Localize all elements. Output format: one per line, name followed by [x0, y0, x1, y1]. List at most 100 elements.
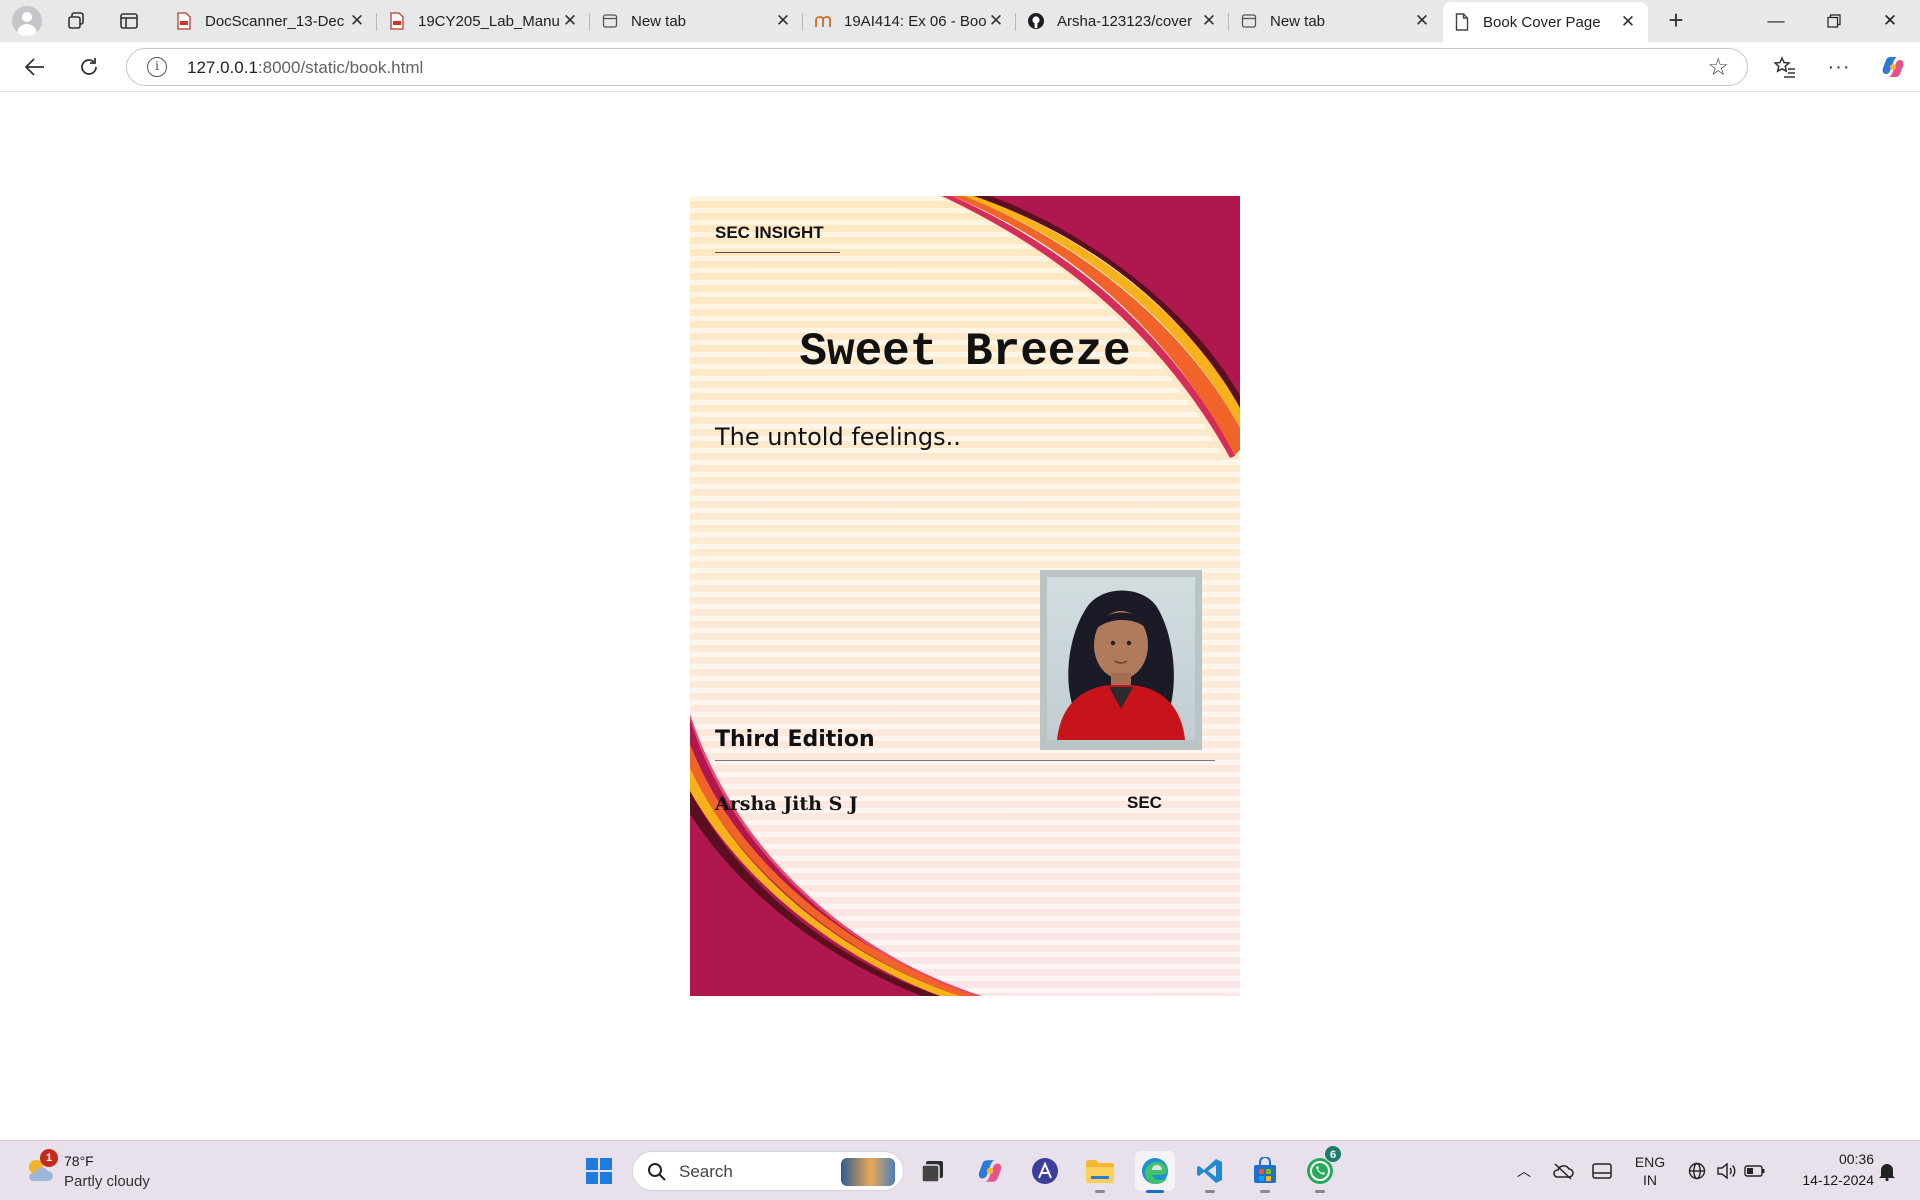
weather-alert-badge: 1 — [40, 1149, 58, 1167]
store-icon — [1254, 1157, 1276, 1183]
series-label: SEC INSIGHT — [715, 223, 824, 242]
copilot-button[interactable] — [1876, 51, 1910, 83]
tab-separator — [802, 13, 803, 31]
url-text[interactable]: 127.0.0.1:8000/static/book.html — [187, 58, 423, 78]
active-indicator — [1146, 1190, 1164, 1193]
copilot-icon — [978, 1160, 1002, 1182]
clock[interactable]: 00:36 14-12-2024 — [1780, 1149, 1874, 1191]
close-icon[interactable]: ✕ — [1412, 11, 1432, 31]
show-hidden-icons-button[interactable]: ︿ — [1510, 1141, 1538, 1200]
close-icon[interactable]: ✕ — [986, 11, 1006, 31]
clock-time: 00:36 — [1838, 1151, 1874, 1167]
back-button[interactable] — [18, 51, 52, 83]
tab-separator — [589, 13, 590, 31]
restore-button[interactable] — [1806, 0, 1862, 42]
new-tab-button[interactable]: + — [1660, 6, 1692, 36]
tab-new-tab-2[interactable]: New tab ✕ — [1230, 4, 1442, 38]
network-tray-button[interactable] — [1683, 1141, 1711, 1200]
copilot-icon — [1882, 57, 1904, 77]
taskbar-search[interactable]: Search — [632, 1151, 904, 1191]
tab-title: Arsha-123123/cover — [1057, 12, 1193, 30]
display-icon — [1592, 1163, 1612, 1179]
triangle-app-icon — [1032, 1158, 1058, 1184]
publisher-name: SEC — [1127, 793, 1162, 812]
tab-title: New tab — [631, 12, 687, 30]
app-launcher-button[interactable] — [1025, 1151, 1065, 1191]
close-icon[interactable]: ✕ — [773, 11, 793, 31]
tab-actions-button[interactable] — [114, 6, 144, 36]
workspaces-button[interactable] — [62, 6, 92, 36]
speaker-icon — [1717, 1162, 1736, 1180]
minimize-button[interactable]: — — [1748, 0, 1804, 42]
page-viewport: SEC INSIGHT Sweet Breeze The untold feel… — [5, 93, 1917, 1136]
close-icon[interactable]: ✕ — [1199, 11, 1219, 31]
page-icon — [1453, 13, 1471, 31]
task-view-icon — [921, 1161, 943, 1183]
tab-lab-manual[interactable]: 19CY205_Lab_Manual ✕ — [378, 4, 590, 38]
profile-button[interactable] — [12, 6, 42, 36]
cloud-offline-icon — [1553, 1163, 1574, 1180]
vscode-taskbar-button[interactable] — [1190, 1151, 1230, 1193]
folder-icon — [1086, 1160, 1114, 1183]
back-arrow-icon — [24, 58, 44, 76]
site-info-icon[interactable]: i — [147, 57, 167, 77]
file-explorer-button[interactable] — [1080, 1151, 1120, 1193]
close-icon[interactable]: ✕ — [1618, 12, 1638, 32]
restore-icon — [1827, 14, 1841, 28]
windows-taskbar: 1 78°F Partly cloudy Search 6 ︿ ENG IN 0… — [0, 1140, 1920, 1200]
more-menu-button[interactable]: ··· — [1822, 51, 1856, 83]
close-window-button[interactable]: ✕ — [1862, 0, 1918, 42]
tab-title: DocScanner_13-Dec — [205, 12, 345, 30]
volume-tray-button[interactable] — [1712, 1141, 1740, 1200]
tab-book-cover[interactable]: Book Cover Page ✕ — [1443, 2, 1648, 42]
notifications-button[interactable] — [1872, 1141, 1902, 1200]
notification-badge: 6 — [1324, 1145, 1342, 1163]
book-subtitle: The untold feelings.. — [715, 423, 961, 451]
language-code: ENG — [1634, 1154, 1666, 1170]
url-host: 127.0.0.1 — [187, 58, 258, 77]
tab-moodle[interactable]: 19AI414: Ex 06 - Book ✕ — [804, 4, 1016, 38]
display-tray-button[interactable] — [1587, 1141, 1617, 1200]
start-button[interactable] — [579, 1151, 619, 1191]
book-cover: SEC INSIGHT Sweet Breeze The untold feel… — [690, 196, 1240, 996]
url-path: :8000/static/book.html — [257, 58, 424, 77]
tab-title: Book Cover Page — [1483, 13, 1601, 31]
favorites-button[interactable] — [1768, 51, 1802, 83]
bell-icon — [1879, 1164, 1895, 1181]
edge-icon — [1142, 1158, 1168, 1184]
favorite-star-icon[interactable]: ☆ — [1707, 53, 1729, 82]
close-icon: ✕ — [1882, 11, 1898, 30]
close-icon[interactable]: ✕ — [560, 11, 580, 31]
tab-github[interactable]: Arsha-123123/cover ✕ — [1017, 4, 1229, 38]
store-taskbar-button[interactable] — [1245, 1151, 1285, 1193]
copilot-taskbar-button[interactable] — [970, 1151, 1010, 1191]
weather-widget[interactable]: 1 78°F Partly cloudy — [22, 1149, 172, 1193]
reload-button[interactable] — [72, 51, 106, 83]
author-photo — [1040, 570, 1202, 750]
tab-docscanner[interactable]: DocScanner_13-Dec ✕ — [165, 4, 377, 38]
tab-title: New tab — [1270, 12, 1326, 30]
running-indicator — [1205, 1190, 1215, 1193]
battery-tray-button[interactable] — [1741, 1141, 1769, 1200]
globe-icon — [1688, 1162, 1706, 1180]
tab-new-tab[interactable]: New tab ✕ — [591, 4, 803, 38]
chevron-up-icon: ︿ — [1517, 1163, 1531, 1179]
search-highlight-image — [841, 1158, 895, 1186]
edition-label: Third Edition — [715, 727, 875, 752]
address-bar[interactable]: i 127.0.0.1:8000/static/book.html ☆ — [126, 48, 1748, 86]
author-portrait-image — [1047, 577, 1195, 740]
search-placeholder: Search — [679, 1162, 733, 1181]
workspaces-icon — [68, 12, 84, 29]
battery-icon — [1744, 1165, 1765, 1177]
close-icon[interactable]: ✕ — [347, 11, 367, 31]
tab-separator — [1015, 13, 1016, 31]
clock-date: 14-12-2024 — [1802, 1172, 1874, 1188]
whatsapp-taskbar-button[interactable]: 6 — [1300, 1145, 1342, 1193]
edge-taskbar-button[interactable] — [1135, 1151, 1175, 1193]
pdf-icon — [388, 12, 406, 30]
language-indicator[interactable]: ENG IN — [1628, 1141, 1672, 1200]
onedrive-tray-button[interactable] — [1548, 1141, 1578, 1200]
task-view-button[interactable] — [913, 1151, 953, 1191]
pdf-icon — [175, 12, 193, 30]
search-icon — [648, 1163, 666, 1181]
